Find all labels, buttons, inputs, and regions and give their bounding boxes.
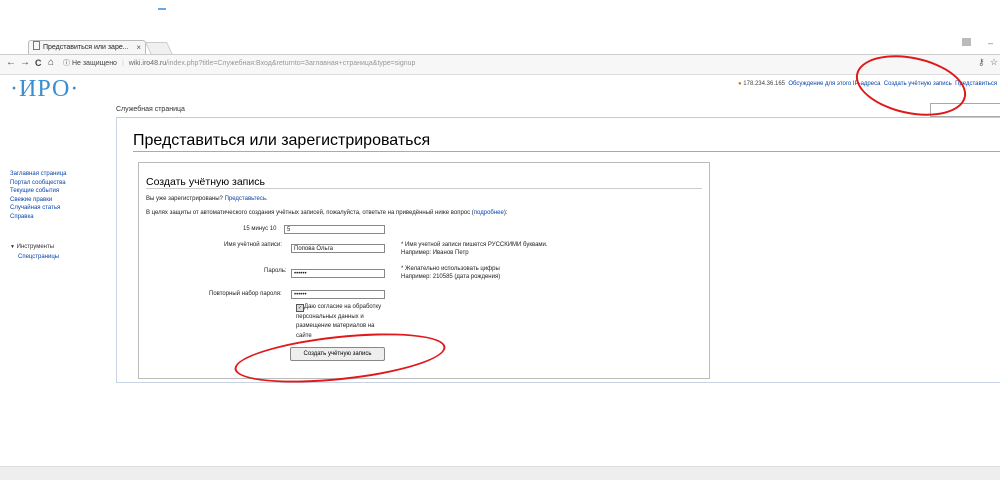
login-form-link[interactable]: Представьтесь.: [225, 196, 268, 202]
back-icon[interactable]: ←: [6, 57, 16, 68]
url-path: /index.php?title=Служебная:Вход&returnto…: [166, 60, 416, 67]
sidebar-item-help[interactable]: Справка: [10, 213, 66, 222]
sidebar-item-special-pages[interactable]: Спецстраницы: [18, 253, 59, 262]
password-hint: * Желательно использовать цифры Например…: [401, 266, 500, 280]
site-logo[interactable]: ·ИРО·: [10, 76, 79, 103]
captcha-info: В целях защиты от автоматического создан…: [146, 210, 508, 216]
forward-icon[interactable]: →: [20, 57, 30, 68]
user-profile-icon[interactable]: [962, 38, 971, 48]
minimize-button[interactable]: –: [988, 38, 993, 48]
consent-checkbox[interactable]: ✓: [296, 304, 304, 312]
sidebar-item-main-page[interactable]: Заглавная страница: [10, 170, 66, 179]
already-registered: Вы уже зарегистрированы? Представьтесь.: [146, 196, 268, 202]
document-icon: [33, 41, 40, 50]
retype-password-label: Повторный набор пароля:: [209, 291, 282, 297]
sidebar-navigation: Заглавная страница Портал сообщества Тек…: [10, 170, 66, 222]
password-hint-line-2: Например: 210585 (дата рождения): [401, 274, 501, 280]
decorative-mark: [158, 8, 166, 10]
title-divider: [133, 151, 1000, 152]
status-bar: [0, 466, 1000, 480]
captcha-more-link[interactable]: подробнее: [474, 210, 504, 216]
tab-close-icon[interactable]: ×: [136, 41, 141, 54]
page-title: Представиться или зарегистрироваться: [133, 132, 431, 149]
browser-tab[interactable]: Представиться или заре... ×: [28, 40, 146, 54]
username-label: Имя учётной записи:: [224, 242, 282, 248]
browser-tab-bar: [0, 0, 1000, 48]
sidebar-item-recent-changes[interactable]: Свежие правки: [10, 196, 66, 205]
retype-password-input[interactable]: ••••••: [291, 290, 385, 299]
address-bar[interactable]: ⓘ Не защищено | wiki.iro48.ru/index.php?ti…: [63, 57, 938, 70]
triangle-down-icon: ▼: [10, 244, 15, 250]
tab-title: Представиться или заре...: [43, 44, 129, 51]
user-icon: ●: [738, 81, 742, 87]
form-title-divider: [146, 188, 702, 189]
password-hint-line-1: * Желательно использовать цифры: [401, 266, 500, 272]
username-hint-line-2: Например: Иванов Петр: [401, 250, 469, 256]
bookmark-star-icon[interactable]: ☆: [990, 57, 998, 68]
password-input[interactable]: ••••••: [291, 269, 385, 278]
url-host: wiki.iro48.ru: [128, 60, 167, 67]
captcha-answer-input[interactable]: 5: [284, 225, 385, 234]
captcha-question: 15 минус 10: [243, 226, 277, 232]
key-icon[interactable]: ⚷: [978, 57, 985, 68]
sidebar-tools[interactable]: ▼ Инструменты: [10, 244, 54, 250]
username-hint: * Имя учетной записи пишется РУССКИМИ бу…: [401, 242, 548, 256]
tools-list: Спецстраницы: [18, 253, 59, 262]
captcha-info-text: В целях защиты от автоматического создан…: [146, 210, 474, 216]
consent-line-3: размещение материалов на: [296, 323, 375, 329]
username-input[interactable]: Попова Ольга: [291, 244, 385, 253]
home-icon[interactable]: ⌂: [48, 57, 54, 68]
reload-icon[interactable]: C: [35, 58, 42, 68]
tab-special-page[interactable]: Служебная страница: [116, 106, 185, 113]
captcha-info-end: ):: [503, 210, 508, 216]
browser-toolbar: ← → C ⌂ ⓘ Не защищено | wiki.iro48.ru/inde…: [0, 54, 1000, 75]
ip-address: 178.234.36.165: [743, 81, 786, 87]
form-title: Создать учётную запись: [146, 176, 265, 188]
security-label: Не защищено: [71, 60, 117, 67]
sidebar-item-random-page[interactable]: Случайная статья: [10, 204, 66, 213]
username-hint-line-1: * Имя учетной записи пишется РУССКИМИ бу…: [401, 242, 548, 248]
sidebar-item-community[interactable]: Портал сообщества: [10, 179, 66, 188]
password-label: Пароль:: [264, 268, 287, 274]
consent-line-1: Даю согласие на обработку: [304, 304, 382, 310]
sidebar-item-current-events[interactable]: Текущие события: [10, 187, 66, 196]
already-registered-text: Вы уже зарегистрированы?: [146, 196, 223, 202]
tools-label: Инструменты: [16, 244, 55, 250]
consent-line-2: персональных данных и: [296, 313, 364, 320]
info-icon[interactable]: ⓘ: [63, 60, 70, 67]
